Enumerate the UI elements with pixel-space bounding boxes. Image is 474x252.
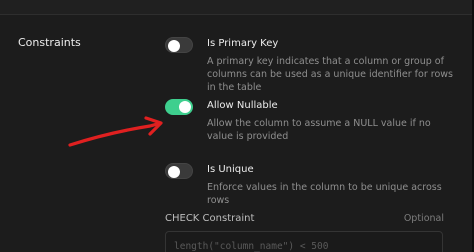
- allow-nullable-title: Allow Nullable: [207, 100, 278, 111]
- column-editor-panel: Constraints Is Primary Key A primary key…: [0, 0, 474, 252]
- toggle-knob: [179, 101, 191, 113]
- section-title-constraints: Constraints: [18, 36, 81, 49]
- check-constraint-input[interactable]: [165, 231, 443, 252]
- allow-nullable-toggle[interactable]: [165, 99, 193, 115]
- primary-key-description: A primary key indicates that a column or…: [207, 56, 453, 93]
- primary-key-title: Is Primary Key: [207, 38, 279, 49]
- check-constraint-label: CHECK Constraint: [165, 213, 255, 224]
- is-unique-description: Enforce values in the column to be uniqu…: [207, 182, 442, 206]
- primary-key-toggle[interactable]: [165, 37, 193, 53]
- toggle-knob: [168, 166, 180, 178]
- top-divider: [0, 0, 474, 15]
- is-unique-title: Is Unique: [207, 164, 254, 175]
- is-unique-toggle[interactable]: [165, 163, 193, 179]
- allow-nullable-description: Allow the column to assume a NULL value …: [207, 118, 431, 142]
- optional-label: Optional: [403, 213, 444, 224]
- toggle-knob: [168, 40, 180, 52]
